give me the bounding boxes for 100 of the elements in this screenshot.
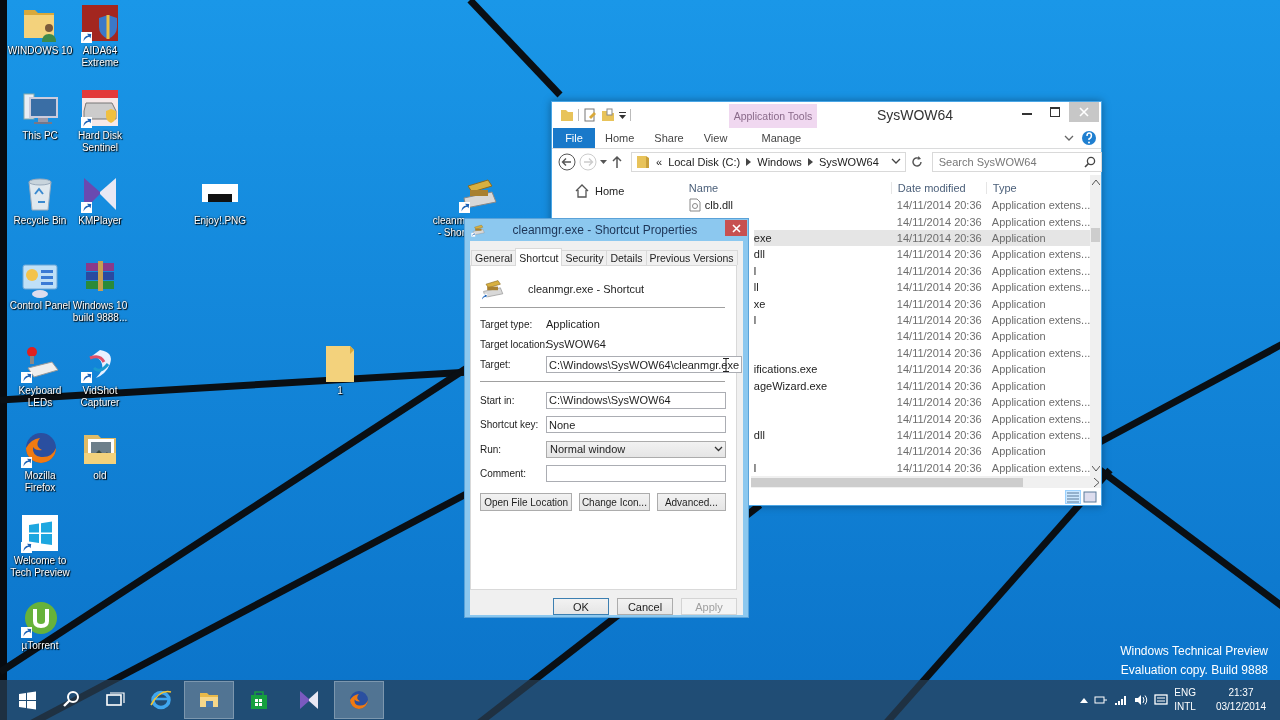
back-button[interactable] [558,153,576,171]
up-button[interactable] [610,153,624,171]
text-field[interactable]: C:\Windows\SysWOW64 [546,391,726,409]
desktop-icon-label[interactable]: cleanm - Shor [432,215,465,239]
type-cell-text: Application extens... [990,346,1091,359]
dialog-button[interactable]: Open File Location [480,493,573,511]
type-cell-text: Application extens... [990,412,1091,425]
desktop-icon-label[interactable]: Control Panel [9,300,71,312]
desktop-icon-label[interactable]: old [93,470,107,482]
input-language-button[interactable]: ENG INTL [1174,686,1196,714]
breadcrumb[interactable]: Windows [757,156,802,168]
field-value: Application [546,318,601,330]
ribbon-tab[interactable]: Manage [737,128,826,148]
file-name[interactable]: l [753,264,757,277]
ribbon-tab[interactable]: View [693,128,738,148]
desktop-icon-label[interactable]: Welcome to Tech Preview [10,555,70,579]
type-cell-text: Application extens... [990,314,1091,327]
tab[interactable]: Previous Versions [645,250,738,265]
show-hidden-icons-button[interactable] [1080,697,1089,703]
search-icon [1083,156,1096,168]
dialog-title: cleanmgr.exe - Shortcut Properties [511,223,699,237]
file-name[interactable]: xe [753,297,766,310]
field-value: SysWOW64 [546,338,607,350]
desktop-icon-label[interactable]: Windows 10 build 9888... [72,300,128,324]
date-cell-text: 14/11/2014 20:36 [895,281,983,294]
torrent-icon [20,599,60,639]
windows-tile-icon [20,514,60,554]
up-arrow-icon [610,153,624,171]
notifications-button[interactable] [1154,694,1169,706]
file-name[interactable]: exe [753,231,772,244]
caret-up-icon [1080,697,1089,703]
address-bar[interactable]: « Local Disk (C:) Windows SysWOW64 [631,152,906,172]
date-cell-text: 14/11/2014 20:36 [895,297,983,310]
tab[interactable]: Shortcut [515,248,563,266]
ribbon-tab[interactable]: Share [644,128,694,148]
signal-button[interactable] [1114,694,1129,706]
date-cell-text: 14/11/2014 20:36 [895,215,983,228]
tab[interactable]: Details [606,250,647,265]
scroll-thumb[interactable] [1091,228,1100,242]
file-name[interactable]: l [753,461,757,474]
file-name[interactable]: clb.dll [704,199,733,212]
search-field[interactable]: Search SysWOW64 [931,152,1102,172]
file-name[interactable]: ageWizard.exe [753,379,828,392]
file-explorer-button[interactable] [184,681,234,719]
nav-item[interactable]: Home [574,183,688,199]
date-cell-text: 14/11/2014 20:36 [895,461,983,474]
scroll-thumb[interactable] [751,477,1023,487]
folder-icon [636,155,650,169]
file-name[interactable]: dll [753,429,765,441]
large-icons-view-button[interactable] [1083,490,1097,503]
column-header[interactable]: Date modified [890,181,986,194]
date-cell-text: 14/11/2014 20:36 [895,231,983,244]
type-cell-text: Application extens... [990,281,1091,294]
breadcrumb[interactable]: Local Disk (C:) [668,156,741,168]
cancel-button[interactable]: Cancel [617,598,673,615]
dropdown[interactable]: Normal window [546,440,726,458]
signal-icon [1114,694,1129,706]
dialog-button[interactable]: Change Icon... [579,493,650,511]
text-field[interactable] [546,465,726,483]
type-cell-text: Application [990,379,1047,392]
scroll-up-icon [1091,179,1100,185]
file-name[interactable]: ifications.exe [753,363,818,376]
dialog-button[interactable]: Advanced... [656,493,726,511]
breadcrumb[interactable]: SysWOW64 [818,156,879,168]
file-name[interactable]: ll [753,281,759,294]
tab[interactable]: General [471,250,517,265]
desktop-icon-label[interactable]: Enjoy!.PNG [193,215,247,227]
file-tab[interactable]: File [553,128,595,148]
selected-row-highlight[interactable]: exe 14/11/2014 20:36 Application [753,229,1091,247]
file-name[interactable]: dll [753,248,765,261]
desktop-icon-label[interactable]: 1 [337,385,343,397]
caret-icon[interactable] [619,111,626,119]
keyboard-led-icon [20,344,60,384]
close-button[interactable] [725,220,747,236]
ribbon-tab[interactable]: Home [595,128,645,148]
ok-button[interactable]: OK [553,598,609,615]
close-icon [1079,107,1089,117]
column-header[interactable]: Name [687,181,891,194]
tab[interactable]: Security [561,250,608,265]
network-button[interactable] [1094,694,1109,706]
text-field[interactable]: None [546,416,726,434]
dropdown-caret-icon [714,446,723,453]
file-name[interactable]: l [753,314,757,327]
scrollbar[interactable] [1090,175,1101,476]
help-icon[interactable] [1081,128,1097,148]
desktop-icon-label[interactable]: KMPlayer [78,215,122,227]
field-label: Shortcut key: [480,419,540,431]
type-cell-text: Application [990,363,1047,376]
e-logo-icon [150,689,172,711]
volume-button[interactable] [1134,694,1149,706]
home-icon [574,183,590,199]
clock-button[interactable]: 21:37 03/12/2014 [1215,686,1266,714]
text-field[interactable]: C:\Windows\SysWOW64\cleanmgr.exe [546,356,743,373]
scrollbar[interactable] [751,476,1101,488]
type-cell-text: Application extens... [990,215,1091,228]
type-cell-text: Application [990,297,1047,310]
breadcrumb-overflow[interactable]: « [656,156,663,168]
type-cell-text: Application extens... [990,264,1091,277]
recent-locations-button[interactable] [600,160,607,164]
desktop-icon-label[interactable]: Mozilla Firefox [24,470,56,494]
